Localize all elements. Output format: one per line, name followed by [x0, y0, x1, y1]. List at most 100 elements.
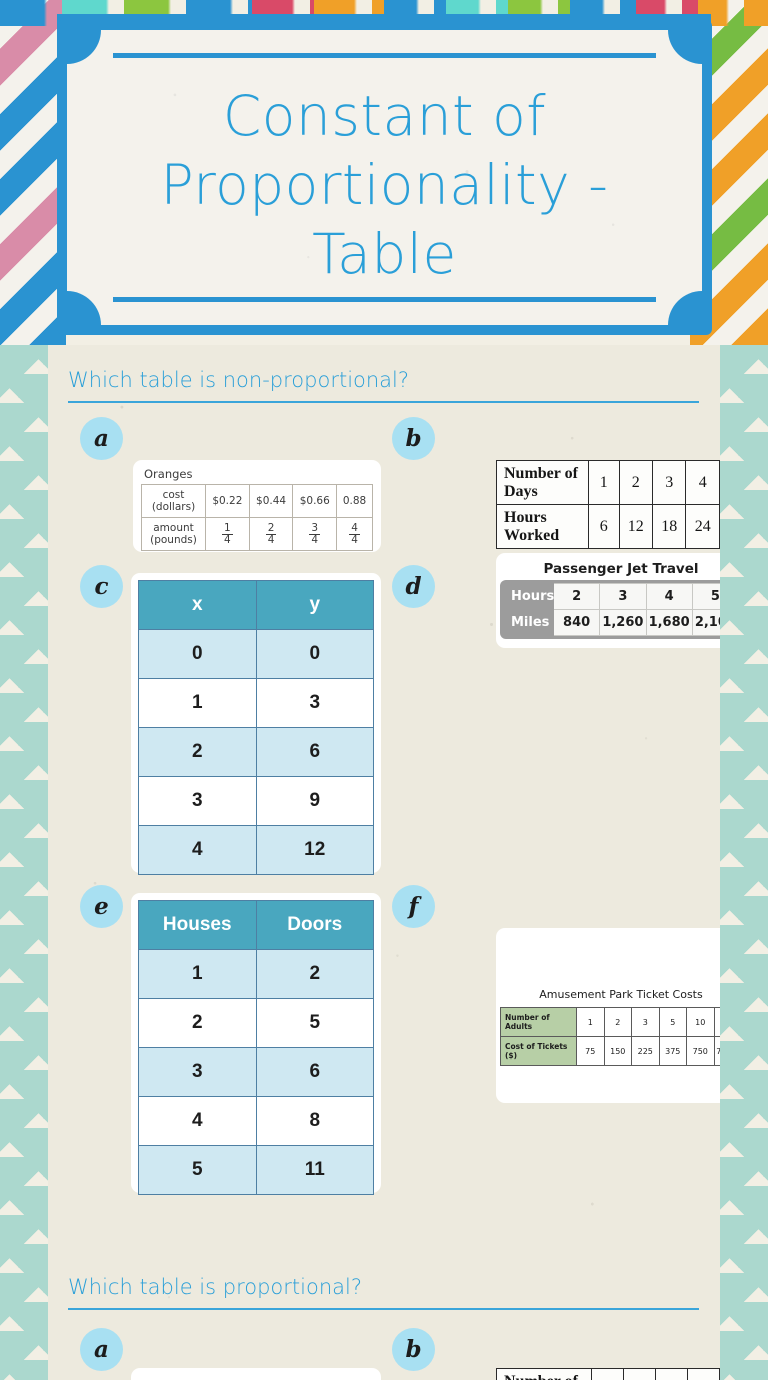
option-d-card[interactable]: Passenger Jet Travel Hours 2 3 4 5 Miles… — [496, 553, 720, 648]
table-row: Number of Days 1 2 3 4 — [496, 459, 720, 506]
cell: 6 — [255, 1047, 374, 1097]
column-header: Houses — [138, 900, 257, 950]
cell: 3 — [631, 1007, 660, 1037]
houses-doors-table: Houses Doors 1 2 2 5 3 6 4 8 5 11 — [138, 900, 374, 1195]
cell: 34 — [292, 517, 338, 552]
cell: $0.44 — [248, 483, 294, 519]
cell: 2,100 — [691, 609, 720, 636]
option-badge-b-q2[interactable]: b — [392, 1328, 435, 1371]
table-row: 1 2 — [138, 949, 374, 999]
decorative-pennants-right — [720, 345, 768, 1380]
option-badge-c[interactable]: c — [80, 565, 123, 608]
table-row: 3 6 — [138, 1047, 374, 1097]
option-badge-d[interactable]: d — [392, 565, 435, 608]
cell: 5 — [255, 998, 374, 1048]
days-header-line1: Number of — [504, 465, 578, 482]
cell: 1,680 — [645, 609, 693, 636]
option-badge-a[interactable]: a — [80, 417, 123, 460]
table-row: 3 9 — [138, 776, 374, 826]
cell: 840 — [552, 609, 601, 636]
title-rule-bottom — [113, 297, 656, 302]
cell: 0.88 — [336, 483, 373, 519]
cell: 2 — [255, 949, 374, 999]
hours-header-line2: Worked — [504, 526, 560, 544]
option-badge-a-q2[interactable]: a — [80, 1328, 123, 1371]
option-badge-f[interactable]: f — [392, 885, 435, 928]
question-2-rule — [68, 1308, 699, 1310]
fraction: 14 — [222, 521, 233, 546]
cell: 2 — [603, 1007, 632, 1037]
table-row: Number of Days 1 2 3 4 — [495, 1367, 720, 1380]
amusement-row-header: Cost of Tickets ($) — [500, 1036, 577, 1066]
fraction: 24 — [265, 521, 277, 546]
option-e-card[interactable]: Houses Doors 1 2 2 5 3 6 4 8 5 11 — [131, 893, 381, 1195]
option-f-card[interactable]: Amusement Park Ticket Costs Number of Ad… — [496, 928, 720, 1103]
cell: 3 — [138, 1047, 257, 1097]
column-header: y — [255, 580, 374, 630]
title-corner-bottom-right — [668, 291, 702, 325]
cell: 44 — [336, 517, 373, 552]
cell: 3 — [652, 459, 687, 506]
cell: 24 — [248, 517, 294, 552]
cell: 9 — [255, 776, 374, 826]
cell: 6 — [255, 727, 374, 777]
cell: 11 — [255, 1145, 374, 1195]
oranges-row1-label-line1: amount — [153, 522, 194, 535]
cell: 750 — [686, 1036, 715, 1066]
cell: 4 — [645, 583, 693, 610]
amusement-row-header: Number of Adults — [500, 1007, 577, 1037]
oranges-table: cost (dollars) $0.22 $0.44 $0.66 0.88 am… — [141, 483, 373, 552]
cell: 0 — [138, 629, 257, 679]
cell: 4 — [138, 825, 257, 875]
cell: 3 — [599, 583, 647, 610]
cell: 0 — [255, 629, 374, 679]
cell: 375 — [658, 1036, 687, 1066]
cell: 4 — [685, 459, 720, 506]
fraction: 34 — [309, 521, 321, 546]
days-hours-table[interactable]: Number of Days 1 2 3 4 Hours Worked 6 12… — [496, 459, 720, 550]
table-row: 2 5 — [138, 998, 374, 1048]
option-badge-e[interactable]: e — [80, 885, 123, 928]
cell: 2 — [623, 1367, 657, 1380]
cell: 18 — [652, 504, 687, 550]
cell: $0.22 — [205, 483, 250, 519]
option-c-card[interactable]: x y 0 0 1 3 2 6 3 9 4 12 — [131, 573, 381, 875]
cell: 4 — [687, 1367, 720, 1380]
cell: 1 — [587, 459, 620, 506]
cell: 1 — [576, 1007, 605, 1037]
table-row: Miles 840 1,260 1,680 2,100 — [503, 609, 720, 636]
table-row: 4 12 — [138, 825, 374, 875]
question-1-prompt: Which table is non-proportional? — [68, 368, 410, 392]
table-row: Hours Worked 6 12 18 24 — [496, 504, 720, 550]
oranges-row1-label-line2: (pounds) — [150, 534, 197, 547]
cell: 4 — [138, 1096, 257, 1146]
option-a-card[interactable]: Oranges cost (dollars) $0.22 $0.44 $0.66… — [133, 460, 381, 552]
oranges-row-label: amount (pounds) — [141, 517, 206, 552]
days-hours-table-q2[interactable]: Number of Days 1 2 3 4 — [495, 1367, 720, 1380]
table-row: Hours 2 3 4 5 — [503, 583, 720, 610]
option-badge-b[interactable]: b — [392, 417, 435, 460]
title-card: Constant of Proportionality - Table — [57, 20, 712, 335]
cell: 6 — [587, 504, 620, 550]
cell: 2 — [618, 459, 654, 506]
cell: 5 — [658, 1007, 687, 1037]
cell: 2 — [552, 583, 601, 610]
table-row: Cost of Tickets ($) 75 150 225 375 750 7… — [500, 1036, 720, 1066]
cell: 150 — [603, 1036, 632, 1066]
cell: 7,500 — [713, 1036, 720, 1066]
table-header-row: x y — [138, 580, 374, 630]
cell: 1 — [138, 678, 257, 728]
table-row: 2 6 — [138, 727, 374, 777]
title-corner-bottom-left — [67, 291, 101, 325]
hours-header: Hours Worked — [496, 504, 589, 550]
decorative-pennants-left — [0, 345, 48, 1380]
cell: 10 — [686, 1007, 715, 1037]
cell: 75 — [576, 1036, 605, 1066]
option-a-card-q2[interactable] — [131, 1368, 381, 1380]
cell: 100 — [713, 1007, 720, 1037]
column-header: x — [138, 580, 257, 630]
cell: 3 — [655, 1367, 688, 1380]
amusement-table-title: Amusement Park Ticket Costs — [539, 988, 703, 1001]
table-header-row: Houses Doors — [138, 900, 374, 950]
days-header: Number of Days — [496, 459, 589, 506]
